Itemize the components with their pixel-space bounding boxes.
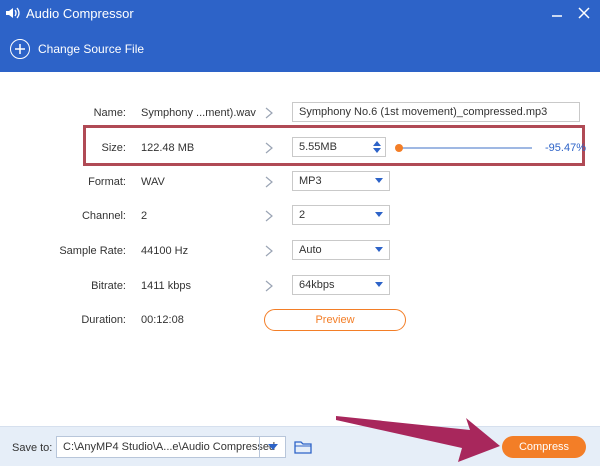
stepper-down-icon[interactable] [373, 147, 381, 155]
channel-select-value: 2 [299, 209, 306, 221]
format-label: Format: [88, 176, 126, 188]
speaker-icon [0, 0, 26, 26]
name-value: Symphony ...ment).wav [141, 107, 256, 119]
window-title: Audio Compressor [26, 5, 134, 21]
preview-button[interactable]: Preview [264, 309, 406, 331]
bitrate-value: 1411 kbps [141, 280, 191, 292]
chevron-right-icon [265, 142, 273, 154]
size-percent: -95.47% [545, 142, 586, 154]
open-folder-button[interactable] [294, 440, 312, 454]
change-source-label: Change Source File [38, 42, 145, 56]
chevron-right-icon [265, 107, 273, 119]
sample-rate-label: Sample Rate: [59, 245, 126, 257]
bitrate-row: Bitrate: 1411 kbps 64kbps [0, 275, 600, 297]
channel-select[interactable]: 2 [292, 205, 390, 225]
bitrate-label: Bitrate: [91, 280, 126, 292]
channel-row: Channel: 2 2 [0, 205, 600, 227]
chevron-down-icon [375, 178, 383, 183]
chevron-down-icon [375, 247, 383, 252]
compress-button[interactable]: Compress [502, 436, 586, 458]
duration-label: Duration: [81, 314, 126, 326]
format-select[interactable]: MP3 [292, 171, 390, 191]
save-path-select[interactable]: C:\AnyMP4 Studio\A...e\Audio Compressed [56, 436, 286, 458]
chevron-down-icon [375, 282, 383, 287]
chevron-down-icon [375, 212, 383, 217]
chevron-down-icon [268, 444, 278, 450]
name-label: Name: [93, 107, 126, 119]
bottom-bar: Save to: C:\AnyMP4 Studio\A...e\Audio Co… [0, 426, 600, 466]
size-slider[interactable] [395, 144, 532, 152]
sample-rate-select[interactable]: Auto [292, 240, 390, 260]
sample-rate-row: Sample Rate: 44100 Hz Auto [0, 240, 600, 262]
toolbar: Change Source File [0, 26, 600, 72]
duration-value: 00:12:08 [141, 314, 184, 326]
size-stepper-value: 5.55MB [299, 141, 337, 153]
chevron-right-icon [265, 176, 273, 188]
name-row: Name: Symphony ...ment).wav Symphony No.… [0, 102, 600, 124]
sample-rate-select-value: Auto [299, 244, 322, 256]
chevron-right-icon [265, 210, 273, 222]
slider-thumb[interactable] [395, 144, 403, 152]
chevron-right-icon [265, 245, 273, 257]
chevron-right-icon [265, 280, 273, 292]
plus-icon [10, 39, 30, 59]
size-label: Size: [101, 142, 126, 154]
stepper-up-icon[interactable] [373, 139, 381, 147]
format-value: WAV [141, 176, 165, 188]
sample-rate-value: 44100 Hz [141, 245, 189, 257]
save-to-label: Save to: [12, 442, 53, 454]
format-row: Format: WAV MP3 [0, 171, 600, 193]
change-source-file-button[interactable]: Change Source File [10, 39, 144, 59]
format-select-value: MP3 [299, 175, 322, 187]
channel-label: Channel: [81, 210, 126, 222]
bitrate-select[interactable]: 64kbps [292, 275, 390, 295]
save-path-dropdown[interactable] [259, 437, 285, 457]
title-bar: Audio Compressor [0, 0, 600, 26]
output-name-input[interactable]: Symphony No.6 (1st movement)_compressed.… [292, 102, 580, 122]
size-value: 122.48 MB [141, 142, 195, 154]
bitrate-select-value: 64kbps [299, 279, 335, 291]
size-stepper[interactable]: 5.55MB [292, 137, 386, 157]
save-path-value: C:\AnyMP4 Studio\A...e\Audio Compressed [63, 441, 276, 453]
folder-icon [294, 441, 312, 454]
minimize-icon[interactable] [544, 0, 570, 26]
channel-value: 2 [141, 210, 148, 222]
slider-track [398, 147, 532, 149]
close-icon[interactable] [571, 0, 597, 26]
